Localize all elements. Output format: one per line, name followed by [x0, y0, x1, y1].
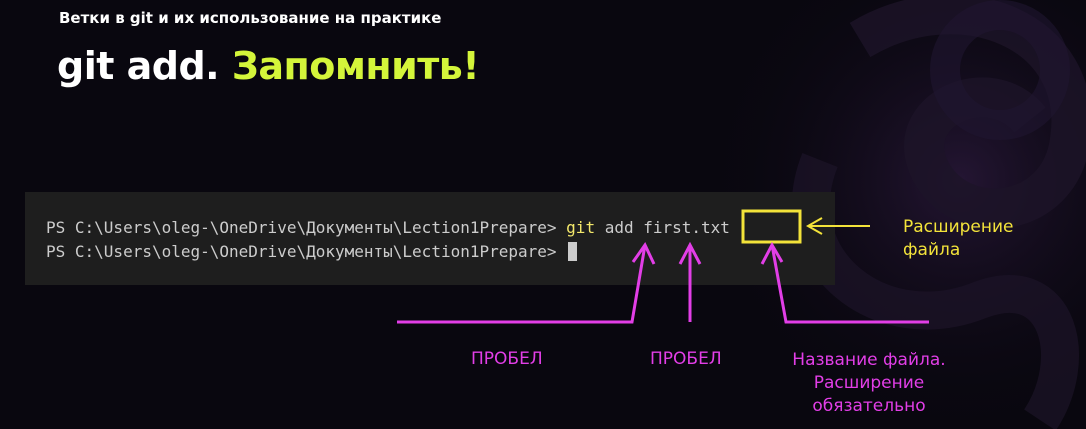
- space-label-2: ПРОБЕЛ: [650, 349, 722, 369]
- filename-label: Название файла. Расширение обязательно: [792, 350, 946, 416]
- filename-arrowhead: [760, 241, 784, 265]
- extension-label: Расширение файла: [903, 217, 1014, 260]
- space1-arrow: [397, 244, 647, 324]
- space-label-1: ПРОБЕЛ: [471, 349, 543, 369]
- extension-highlight-box: [741, 209, 802, 244]
